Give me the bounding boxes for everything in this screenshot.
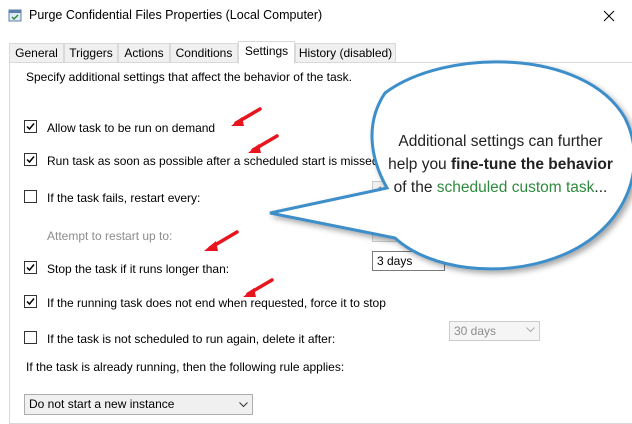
running-rule-select[interactable]: Do not start a new instance bbox=[24, 394, 253, 415]
delete-after-select[interactable]: 30 days bbox=[449, 321, 540, 341]
settings-intro: Specify additional settings that affect … bbox=[26, 70, 352, 84]
red-arrow-icon bbox=[243, 278, 274, 297]
check-icon bbox=[26, 123, 35, 131]
check-icon bbox=[26, 298, 35, 306]
task-icon bbox=[8, 8, 22, 22]
tab-history[interactable]: History (disabled) bbox=[295, 43, 396, 62]
stop-longer-label: Stop the task if it runs longer than: bbox=[47, 262, 230, 276]
tab-actions[interactable]: Actions bbox=[118, 43, 170, 62]
run-asap-checkbox[interactable] bbox=[24, 153, 37, 166]
delete-after-checkbox[interactable] bbox=[24, 331, 37, 344]
chevron-down-icon bbox=[239, 402, 248, 408]
tab-general[interactable]: General bbox=[9, 43, 64, 62]
callout-text-3: ... bbox=[594, 179, 608, 196]
restart-every-checkbox[interactable] bbox=[24, 190, 37, 203]
rule-label: If the task is already running, then the… bbox=[26, 360, 345, 374]
restart-attempts-label: Attempt to restart up to: bbox=[47, 229, 173, 243]
restart-every-label: If the task fails, restart every: bbox=[47, 191, 201, 205]
tab-settings[interactable]: Settings bbox=[238, 41, 295, 64]
delete-after-label: If the task is not scheduled to run agai… bbox=[47, 332, 336, 346]
tab-triggers[interactable]: Triggers bbox=[64, 43, 118, 62]
restart-attempts-unit: times bbox=[412, 228, 441, 242]
close-icon bbox=[603, 10, 615, 21]
chevron-down-icon bbox=[526, 327, 535, 333]
red-arrow-icon bbox=[248, 134, 279, 153]
delete-after-value: 30 days bbox=[454, 324, 497, 338]
window-title: Purge Confidential Files Properties (Loc… bbox=[29, 8, 323, 22]
stop-longer-checkbox[interactable] bbox=[24, 261, 37, 274]
tab-strip: General Triggers Actions Conditions Sett… bbox=[0, 41, 632, 64]
red-arrow-icon bbox=[231, 107, 262, 126]
force-stop-label: If the running task does not end when re… bbox=[47, 296, 386, 310]
callout-text: Additional settings can further help you… bbox=[388, 130, 613, 199]
allow-on-demand-checkbox[interactable] bbox=[24, 120, 37, 133]
run-asap-label: Run task as soon as possible after a sch… bbox=[47, 154, 379, 168]
check-icon bbox=[26, 264, 35, 272]
tab-conditions[interactable]: Conditions bbox=[170, 43, 238, 62]
allow-on-demand-label: Allow task to be run on demand bbox=[47, 121, 216, 135]
check-icon bbox=[26, 156, 35, 164]
callout-text-green: scheduled custom task bbox=[436, 179, 595, 196]
callout-text-bold: fine-tune the behavior bbox=[451, 156, 613, 173]
red-arrow-icon bbox=[204, 230, 239, 251]
restart-attempts-value: 3 bbox=[377, 225, 384, 239]
stop-duration-select[interactable]: 3 days bbox=[372, 251, 445, 271]
title-bar: Purge Confidential Files Properties (Loc… bbox=[0, 0, 632, 31]
chevron-down-icon bbox=[431, 257, 440, 263]
callout-text-2: of the bbox=[393, 179, 437, 196]
close-button[interactable] bbox=[586, 0, 632, 31]
stop-duration-value: 3 days bbox=[377, 254, 413, 268]
force-stop-checkbox[interactable] bbox=[24, 295, 37, 308]
restart-attempts-spinner[interactable]: 3 bbox=[372, 222, 412, 242]
running-rule-value: Do not start a new instance bbox=[29, 397, 175, 411]
